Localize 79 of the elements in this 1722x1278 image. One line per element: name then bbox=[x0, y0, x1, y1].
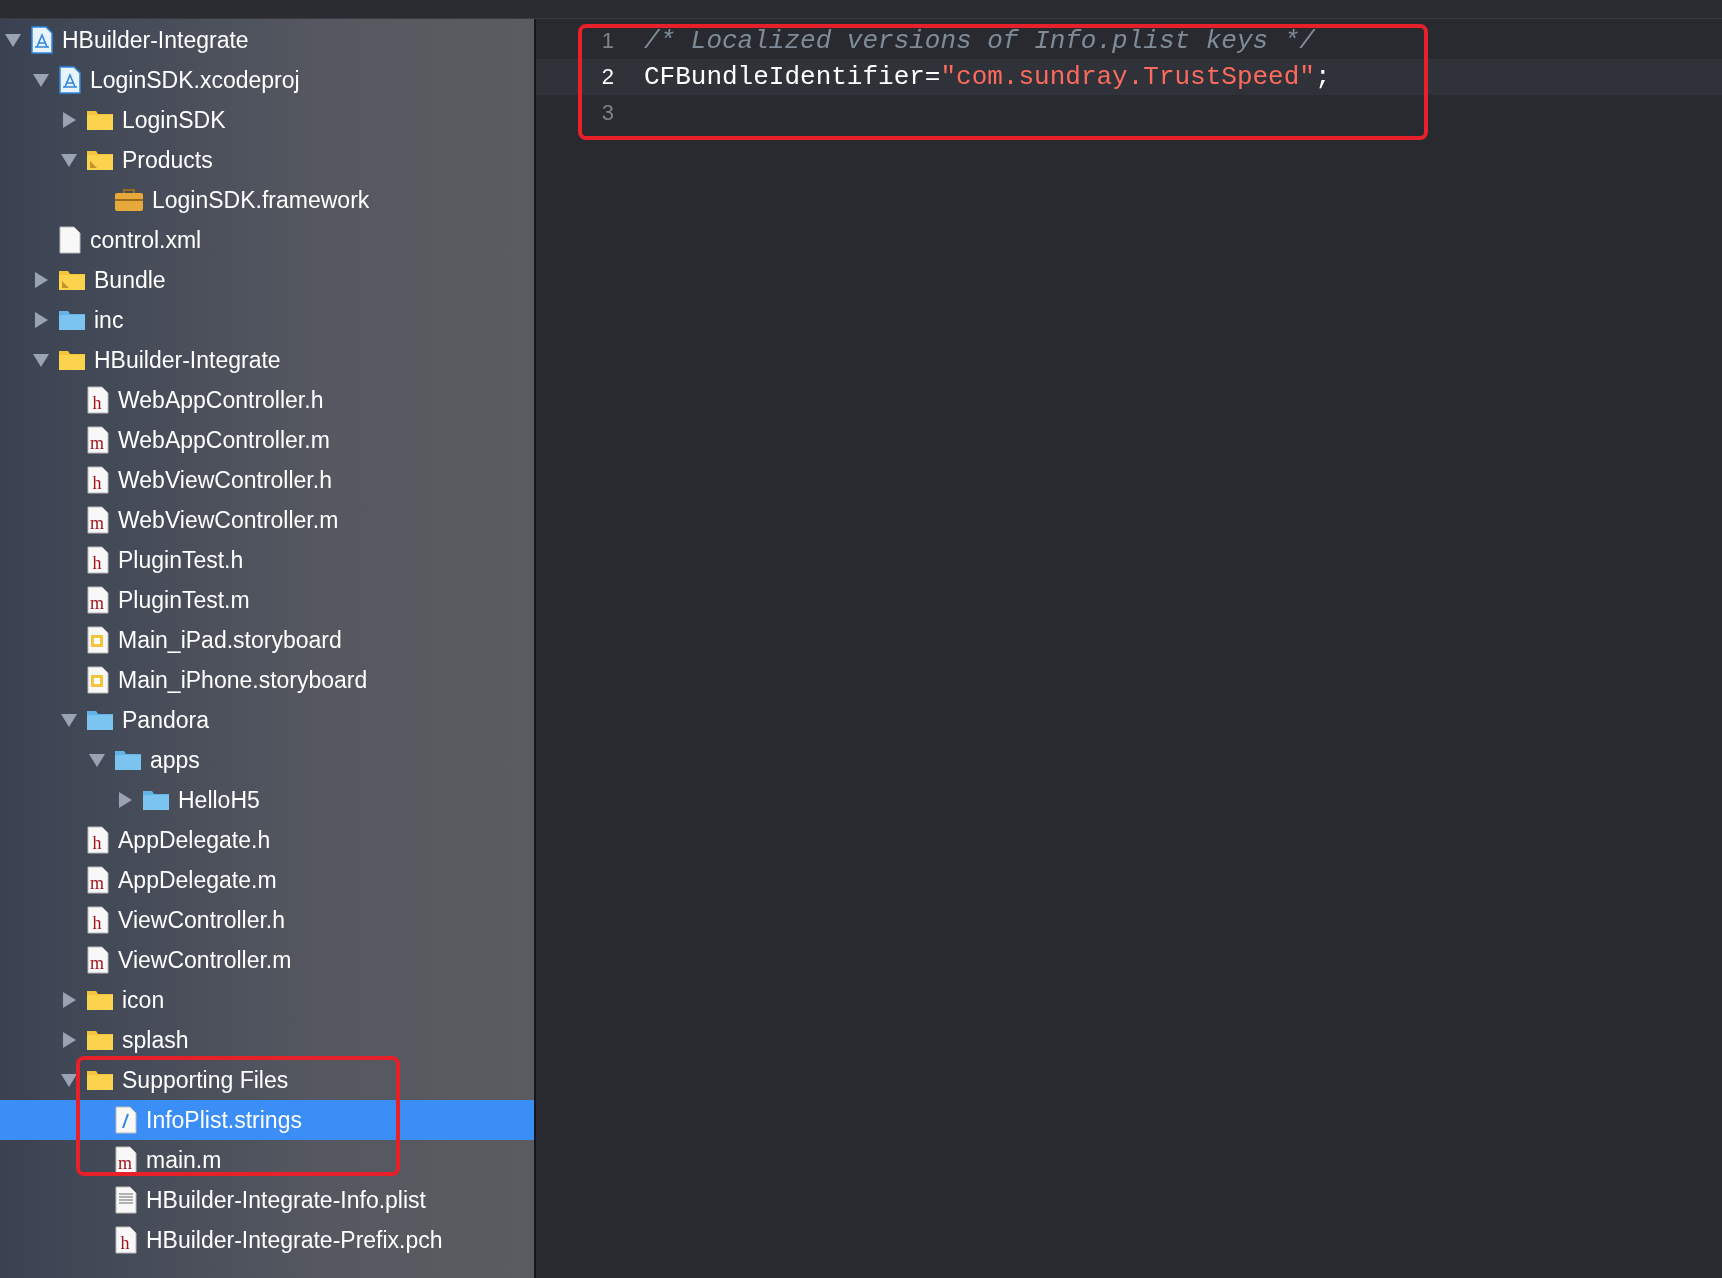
collapse-arrow-icon[interactable] bbox=[4, 31, 22, 49]
navigator-item[interactable]: Main_iPhone.storyboard bbox=[0, 660, 534, 700]
navigator-item[interactable]: h ViewController.h bbox=[0, 900, 534, 940]
navigator-item[interactable]: h AppDelegate.h bbox=[0, 820, 534, 860]
document-icon: m bbox=[86, 866, 110, 894]
document-icon bbox=[58, 226, 82, 254]
line-number: 3 bbox=[600, 100, 615, 126]
collapse-arrow-icon[interactable] bbox=[60, 151, 78, 169]
navigator-item[interactable]: HelloH5 bbox=[0, 780, 534, 820]
expand-arrow-icon[interactable] bbox=[60, 1031, 78, 1049]
line-number: 2 bbox=[600, 64, 615, 90]
document-icon: h bbox=[86, 546, 110, 574]
folder-icon bbox=[86, 709, 114, 731]
navigator-item[interactable]: apps bbox=[0, 740, 534, 780]
navigator-item[interactable]: m PluginTest.m bbox=[0, 580, 534, 620]
document-icon bbox=[86, 626, 110, 654]
navigator-item[interactable]: icon bbox=[0, 980, 534, 1020]
navigator-item[interactable]: HBuilder-Integrate-Info.plist bbox=[0, 1180, 534, 1220]
document-icon: m bbox=[86, 946, 110, 974]
navigator-item[interactable]: m WebAppController.m bbox=[0, 420, 534, 460]
folder-icon bbox=[86, 1029, 114, 1051]
expand-arrow-icon[interactable] bbox=[60, 991, 78, 1009]
code-line: /* Localized versions of Info.plist keys */ bbox=[644, 26, 1315, 56]
folder-icon bbox=[58, 269, 86, 291]
collapse-arrow-icon[interactable] bbox=[32, 71, 50, 89]
folder-icon bbox=[58, 349, 86, 371]
document-icon: m bbox=[86, 506, 110, 534]
line-number: 1 bbox=[600, 28, 615, 54]
expand-arrow-icon[interactable] bbox=[116, 791, 134, 809]
document-icon bbox=[114, 1106, 138, 1134]
document-icon: m bbox=[86, 586, 110, 614]
document-icon: h bbox=[86, 826, 110, 854]
expand-arrow-icon[interactable] bbox=[60, 111, 78, 129]
document-icon bbox=[86, 666, 110, 694]
collapse-arrow-icon[interactable] bbox=[60, 711, 78, 729]
navigator-item[interactable]: HBuilder-Integrate bbox=[0, 340, 534, 380]
navigator-item[interactable]: HBuilder-Integrate bbox=[0, 20, 534, 60]
navigator-item[interactable]: control.xml bbox=[0, 220, 534, 260]
document-icon: h bbox=[86, 386, 110, 414]
folder-icon bbox=[86, 149, 114, 171]
navigator-item[interactable]: m WebViewController.m bbox=[0, 500, 534, 540]
navigator-item[interactable]: m main.m bbox=[0, 1140, 534, 1180]
collapse-arrow-icon[interactable] bbox=[60, 1071, 78, 1089]
document-icon: m bbox=[86, 426, 110, 454]
navigator-item[interactable]: m AppDelegate.m bbox=[0, 860, 534, 900]
document-icon: h bbox=[114, 1226, 138, 1254]
document-icon: m bbox=[114, 1146, 138, 1174]
folder-icon bbox=[142, 789, 170, 811]
collapse-arrow-icon[interactable] bbox=[32, 351, 50, 369]
navigator-item[interactable]: Main_iPad.storyboard bbox=[0, 620, 534, 660]
document-icon: h bbox=[86, 906, 110, 934]
project-file-icon bbox=[58, 66, 82, 94]
navigator-item[interactable]: LoginSDK.xcodeproj bbox=[0, 60, 534, 100]
navigator-item[interactable]: h PluginTest.h bbox=[0, 540, 534, 580]
navigator-item[interactable]: Pandora bbox=[0, 700, 534, 740]
project-file-icon bbox=[30, 26, 54, 54]
document-icon: h bbox=[86, 466, 110, 494]
folder-icon bbox=[58, 309, 86, 331]
navigator-item[interactable]: Products bbox=[0, 140, 534, 180]
navigator-item[interactable]: LoginSDK.framework bbox=[0, 180, 534, 220]
code-line: CFBundleIdentifier="com.sundray.TrustSpeed"; bbox=[644, 62, 1331, 92]
navigator-item[interactable]: Supporting Files bbox=[0, 1060, 534, 1100]
navigator-item[interactable]: h WebViewController.h bbox=[0, 460, 534, 500]
collapse-arrow-icon[interactable] bbox=[88, 751, 106, 769]
navigator-item[interactable]: h HBuilder-Integrate-Prefix.pch bbox=[0, 1220, 534, 1260]
navigator-item[interactable]: Bundle bbox=[0, 260, 534, 300]
navigator-item[interactable]: splash bbox=[0, 1020, 534, 1060]
folder-icon bbox=[86, 989, 114, 1011]
navigator-item[interactable]: inc bbox=[0, 300, 534, 340]
navigator-item[interactable]: m ViewController.m bbox=[0, 940, 534, 980]
folder-icon bbox=[114, 749, 142, 771]
folder-icon bbox=[86, 1069, 114, 1091]
navigator-item[interactable]: LoginSDK bbox=[0, 100, 534, 140]
expand-arrow-icon[interactable] bbox=[32, 271, 50, 289]
document-icon bbox=[114, 1186, 138, 1214]
navigator-item[interactable]: h WebAppController.h bbox=[0, 380, 534, 420]
expand-arrow-icon[interactable] bbox=[32, 311, 50, 329]
folder-icon bbox=[86, 109, 114, 131]
toolbox-icon bbox=[114, 188, 144, 212]
